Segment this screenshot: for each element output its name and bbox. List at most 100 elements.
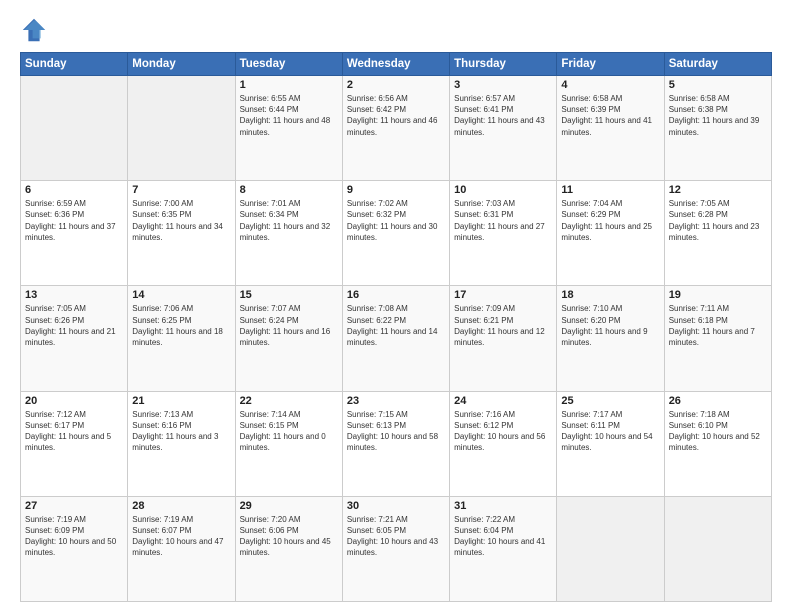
- day-info: Sunrise: 7:16 AM Sunset: 6:12 PM Dayligh…: [454, 409, 552, 454]
- day-info: Sunrise: 7:19 AM Sunset: 6:07 PM Dayligh…: [132, 514, 230, 559]
- calendar-cell: 18 Sunrise: 7:10 AM Sunset: 6:20 PM Dayli…: [557, 286, 664, 391]
- day-number: 31: [454, 500, 552, 512]
- day-number: 9: [347, 184, 445, 196]
- calendar-week-row: 1 Sunrise: 6:55 AM Sunset: 6:44 PM Daylig…: [21, 76, 772, 181]
- calendar-cell: [664, 496, 771, 601]
- day-number: 18: [561, 289, 659, 301]
- calendar-cell: 22Sunrise: 7:14 AM Sunset: 6:15 PM Dayli…: [235, 391, 342, 496]
- day-number: 17: [454, 289, 552, 301]
- day-info: Sunrise: 7:13 AM Sunset: 6:16 PM Dayligh…: [132, 409, 230, 454]
- day-number: 22: [240, 395, 338, 407]
- day-number: 27: [25, 500, 123, 512]
- day-info: Sunrise: 7:07 AM Sunset: 6:24 PM Dayligh…: [240, 303, 338, 348]
- day-info: Sunrise: 7:18 AM Sunset: 6:10 PM Dayligh…: [669, 409, 767, 454]
- calendar-cell: 30 Sunrise: 7:21 AM Sunset: 6:05 PM Dayli…: [342, 496, 449, 601]
- calendar-week-row: 20Sunrise: 7:12 AM Sunset: 6:17 PM Dayli…: [21, 391, 772, 496]
- day-info: Sunrise: 7:05 AM Sunset: 6:28 PM Dayligh…: [669, 198, 767, 243]
- calendar-cell: 28 Sunrise: 7:19 AM Sunset: 6:07 PM Dayli…: [128, 496, 235, 601]
- day-info: Sunrise: 7:21 AM Sunset: 6:05 PM Dayligh…: [347, 514, 445, 559]
- calendar-week-row: 13 Sunrise: 7:05 AM Sunset: 6:26 PM Dayli…: [21, 286, 772, 391]
- day-info: Sunrise: 7:19 AM Sunset: 6:09 PM Dayligh…: [25, 514, 123, 559]
- day-number: 8: [240, 184, 338, 196]
- calendar-cell: [21, 76, 128, 181]
- calendar-cell: 25 Sunrise: 7:17 AM Sunset: 6:11 PM Dayli…: [557, 391, 664, 496]
- day-number: 30: [347, 500, 445, 512]
- day-number: 2: [347, 79, 445, 91]
- day-info: Sunrise: 7:06 AM Sunset: 6:25 PM Dayligh…: [132, 303, 230, 348]
- calendar-cell: 1 Sunrise: 6:55 AM Sunset: 6:44 PM Daylig…: [235, 76, 342, 181]
- calendar-cell: 10Sunrise: 7:03 AM Sunset: 6:31 PM Dayli…: [450, 181, 557, 286]
- calendar-cell: 11 Sunrise: 7:04 AM Sunset: 6:29 PM Dayli…: [557, 181, 664, 286]
- day-number: 3: [454, 79, 552, 91]
- calendar-cell: 15 Sunrise: 7:07 AM Sunset: 6:24 PM Dayli…: [235, 286, 342, 391]
- day-number: 19: [669, 289, 767, 301]
- day-info: Sunrise: 6:55 AM Sunset: 6:44 PM Dayligh…: [240, 93, 338, 138]
- day-info: Sunrise: 7:20 AM Sunset: 6:06 PM Dayligh…: [240, 514, 338, 559]
- day-info: Sunrise: 7:17 AM Sunset: 6:11 PM Dayligh…: [561, 409, 659, 454]
- calendar-cell: 29Sunrise: 7:20 AM Sunset: 6:06 PM Dayli…: [235, 496, 342, 601]
- day-number: 1: [240, 79, 338, 91]
- logo: [20, 16, 52, 44]
- day-number: 24: [454, 395, 552, 407]
- day-number: 4: [561, 79, 659, 91]
- calendar-cell: 8 Sunrise: 7:01 AM Sunset: 6:34 PM Daylig…: [235, 181, 342, 286]
- calendar-cell: 9 Sunrise: 7:02 AM Sunset: 6:32 PM Daylig…: [342, 181, 449, 286]
- calendar-cell: 3Sunrise: 6:57 AM Sunset: 6:41 PM Daylig…: [450, 76, 557, 181]
- day-number: 13: [25, 289, 123, 301]
- calendar-cell: 14 Sunrise: 7:06 AM Sunset: 6:25 PM Dayli…: [128, 286, 235, 391]
- calendar-cell: 23 Sunrise: 7:15 AM Sunset: 6:13 PM Dayli…: [342, 391, 449, 496]
- calendar-cell: 16 Sunrise: 7:08 AM Sunset: 6:22 PM Dayli…: [342, 286, 449, 391]
- calendar-week-row: 6Sunrise: 6:59 AM Sunset: 6:36 PM Daylig…: [21, 181, 772, 286]
- day-info: Sunrise: 6:58 AM Sunset: 6:38 PM Dayligh…: [669, 93, 767, 138]
- calendar-cell: 5 Sunrise: 6:58 AM Sunset: 6:38 PM Daylig…: [664, 76, 771, 181]
- calendar-cell: 4 Sunrise: 6:58 AM Sunset: 6:39 PM Daylig…: [557, 76, 664, 181]
- day-number: 26: [669, 395, 767, 407]
- day-number: 25: [561, 395, 659, 407]
- day-info: Sunrise: 7:09 AM Sunset: 6:21 PM Dayligh…: [454, 303, 552, 348]
- day-number: 15: [240, 289, 338, 301]
- calendar-cell: 17 Sunrise: 7:09 AM Sunset: 6:21 PM Dayli…: [450, 286, 557, 391]
- day-info: Sunrise: 7:08 AM Sunset: 6:22 PM Dayligh…: [347, 303, 445, 348]
- calendar-cell: 27 Sunrise: 7:19 AM Sunset: 6:09 PM Dayli…: [21, 496, 128, 601]
- calendar-cell: 6Sunrise: 6:59 AM Sunset: 6:36 PM Daylig…: [21, 181, 128, 286]
- day-header-monday: Monday: [128, 53, 235, 76]
- calendar-header-row: SundayMondayTuesdayWednesdayThursdayFrid…: [21, 53, 772, 76]
- day-header-friday: Friday: [557, 53, 664, 76]
- day-number: 14: [132, 289, 230, 301]
- day-info: Sunrise: 7:10 AM Sunset: 6:20 PM Dayligh…: [561, 303, 659, 348]
- day-info: Sunrise: 7:01 AM Sunset: 6:34 PM Dayligh…: [240, 198, 338, 243]
- day-number: 5: [669, 79, 767, 91]
- calendar-cell: [128, 76, 235, 181]
- day-number: 16: [347, 289, 445, 301]
- day-number: 20: [25, 395, 123, 407]
- calendar-cell: 26 Sunrise: 7:18 AM Sunset: 6:10 PM Dayli…: [664, 391, 771, 496]
- header: [20, 16, 772, 44]
- day-header-sunday: Sunday: [21, 53, 128, 76]
- day-number: 11: [561, 184, 659, 196]
- calendar-cell: 31 Sunrise: 7:22 AM Sunset: 6:04 PM Dayli…: [450, 496, 557, 601]
- day-header-saturday: Saturday: [664, 53, 771, 76]
- day-info: Sunrise: 6:58 AM Sunset: 6:39 PM Dayligh…: [561, 93, 659, 138]
- day-number: 23: [347, 395, 445, 407]
- day-info: Sunrise: 6:59 AM Sunset: 6:36 PM Dayligh…: [25, 198, 123, 243]
- logo-icon: [20, 16, 48, 44]
- day-info: Sunrise: 7:03 AM Sunset: 6:31 PM Dayligh…: [454, 198, 552, 243]
- day-info: Sunrise: 7:04 AM Sunset: 6:29 PM Dayligh…: [561, 198, 659, 243]
- day-info: Sunrise: 7:05 AM Sunset: 6:26 PM Dayligh…: [25, 303, 123, 348]
- calendar-cell: 13 Sunrise: 7:05 AM Sunset: 6:26 PM Dayli…: [21, 286, 128, 391]
- day-number: 28: [132, 500, 230, 512]
- calendar-week-row: 27 Sunrise: 7:19 AM Sunset: 6:09 PM Dayli…: [21, 496, 772, 601]
- calendar-page: SundayMondayTuesdayWednesdayThursdayFrid…: [0, 0, 792, 612]
- day-info: Sunrise: 7:02 AM Sunset: 6:32 PM Dayligh…: [347, 198, 445, 243]
- day-number: 7: [132, 184, 230, 196]
- day-info: Sunrise: 7:00 AM Sunset: 6:35 PM Dayligh…: [132, 198, 230, 243]
- calendar-cell: 7 Sunrise: 7:00 AM Sunset: 6:35 PM Daylig…: [128, 181, 235, 286]
- day-info: Sunrise: 6:56 AM Sunset: 6:42 PM Dayligh…: [347, 93, 445, 138]
- calendar-cell: 20Sunrise: 7:12 AM Sunset: 6:17 PM Dayli…: [21, 391, 128, 496]
- day-header-wednesday: Wednesday: [342, 53, 449, 76]
- calendar-cell: [557, 496, 664, 601]
- day-info: Sunrise: 7:15 AM Sunset: 6:13 PM Dayligh…: [347, 409, 445, 454]
- day-header-tuesday: Tuesday: [235, 53, 342, 76]
- day-info: Sunrise: 7:22 AM Sunset: 6:04 PM Dayligh…: [454, 514, 552, 559]
- calendar-cell: 12Sunrise: 7:05 AM Sunset: 6:28 PM Dayli…: [664, 181, 771, 286]
